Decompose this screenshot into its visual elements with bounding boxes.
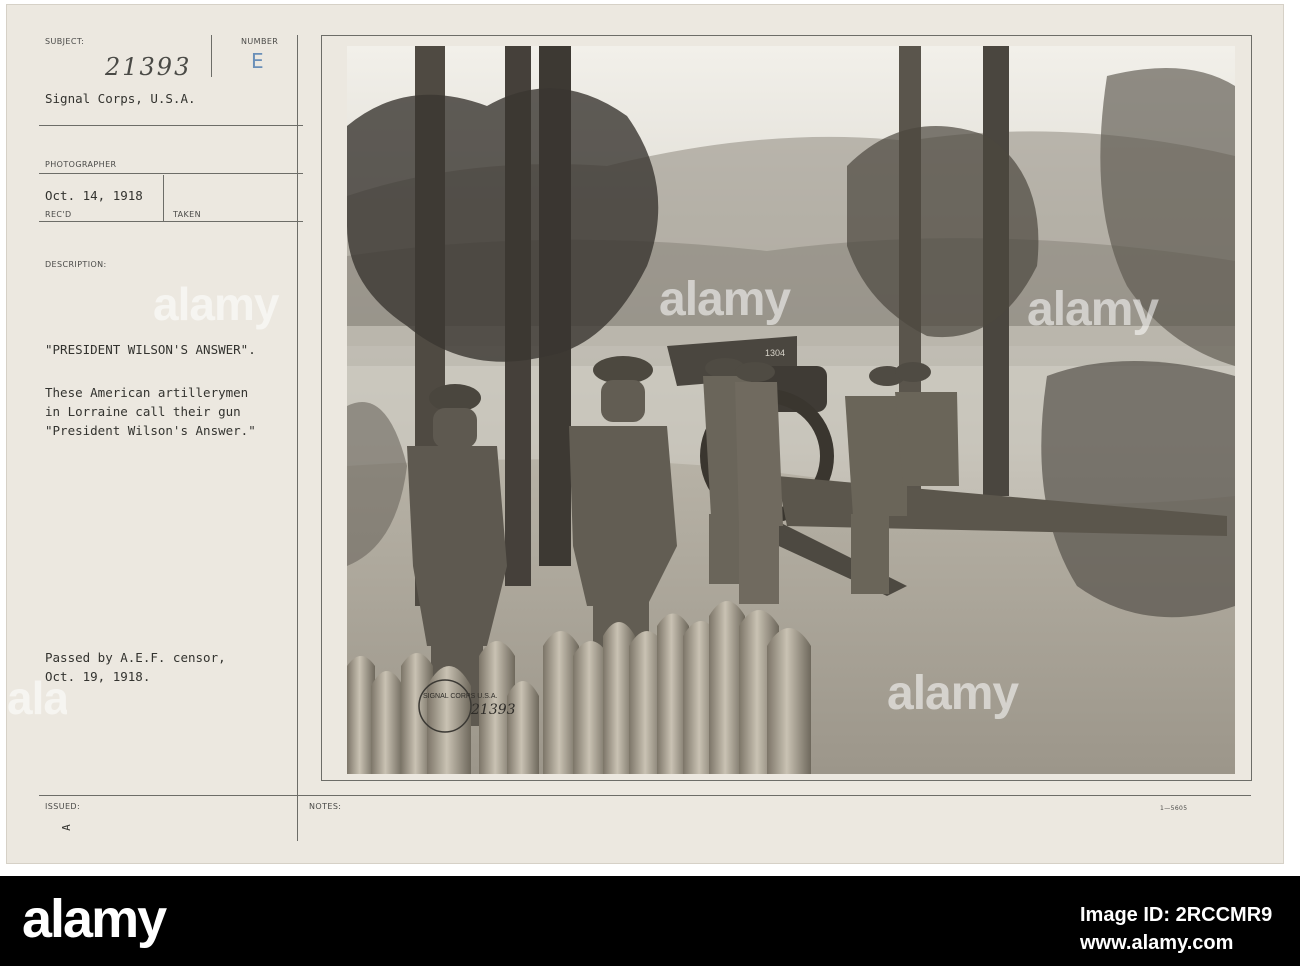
photo-frame-right xyxy=(1251,35,1252,781)
form-number: 1—5605 xyxy=(1160,805,1188,812)
issued-mark: A xyxy=(59,824,73,831)
subject-number: 21393 xyxy=(105,53,192,81)
description-label: DESCRIPTION: xyxy=(45,260,107,269)
image-id: Image ID: 2RCCMR9 xyxy=(1080,904,1273,926)
photo-frame-left xyxy=(321,35,322,781)
taken-label: TAKEN xyxy=(173,210,202,219)
subject-divider xyxy=(211,35,212,77)
archive-card: SUBJECT: 21393 NUMBER E Signal Corps, U.… xyxy=(6,4,1284,864)
corps-text: Signal Corps, U.S.A. xyxy=(45,91,196,106)
svg-text:SIGNAL CORPS U.S.A.: SIGNAL CORPS U.S.A. xyxy=(423,693,497,700)
description-line-1: These American artillerymen xyxy=(45,385,249,400)
date-divider xyxy=(163,175,164,221)
number-label: NUMBER xyxy=(241,37,279,46)
watermark-photo-bottom: alamy xyxy=(887,667,1019,720)
gun-plate: 1304 xyxy=(765,348,785,358)
rule-1 xyxy=(39,125,303,126)
description-line-2: in Lorraine call their gun xyxy=(45,404,241,419)
photo-frame-bottom xyxy=(321,780,1251,781)
stock-footer: alamy Image ID: 2RCCMR9 www.alamy.com xyxy=(0,876,1300,966)
photographer-label: PHOTOGRAPHER xyxy=(45,160,117,169)
subject-label: SUBJECT: xyxy=(45,37,85,46)
svg-text:21393: 21393 xyxy=(470,702,516,718)
photo-frame-top xyxy=(321,35,1251,36)
photo-scene: 1304 SIGNAL CORPS U.S.A. 21393 xyxy=(347,46,1235,774)
recd-label: REC'D xyxy=(45,210,72,219)
site-url[interactable]: www.alamy.com xyxy=(1080,932,1233,955)
number-stamp: E xyxy=(251,49,264,73)
watermark-left: alamy xyxy=(153,278,279,330)
rule-2 xyxy=(39,173,303,174)
censor-line-1: Passed by A.E.F. censor, xyxy=(45,650,226,665)
notes-label: NOTES: xyxy=(309,802,342,811)
description-line-3: "President Wilson's Answer." xyxy=(45,423,256,438)
watermark-photo-left: alamy xyxy=(659,273,791,326)
watermark-edge: alamy xyxy=(7,672,67,724)
issued-label: ISSUED: xyxy=(45,802,81,811)
card-title: "PRESIDENT WILSON'S ANSWER". xyxy=(45,342,256,357)
rule-bottom xyxy=(39,795,1251,796)
rule-3 xyxy=(39,221,303,222)
date-received: Oct. 14, 1918 xyxy=(45,188,143,203)
alamy-logo[interactable]: alamy xyxy=(22,888,167,950)
watermark-photo-right: alamy xyxy=(1027,283,1159,336)
archival-photograph: 1304 SIGNAL CORPS U.S.A. 21393 alamy ala… xyxy=(347,46,1235,774)
left-column-divider xyxy=(297,35,298,841)
